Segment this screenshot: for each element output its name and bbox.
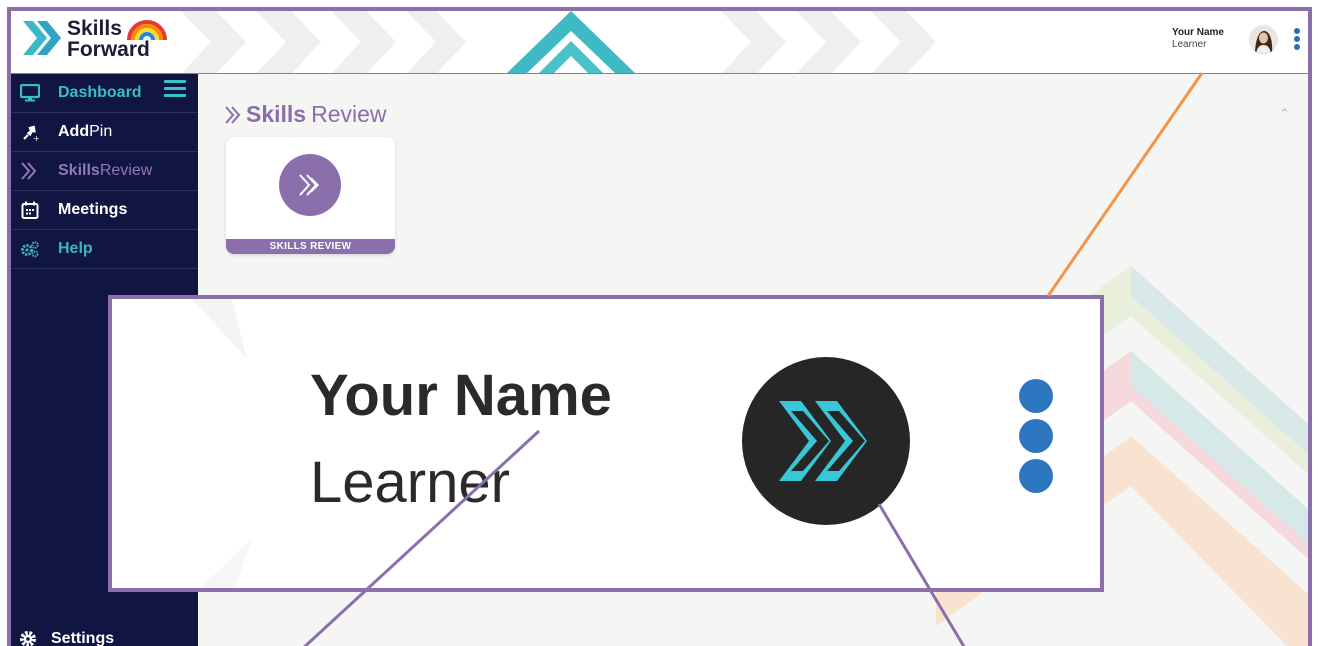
- sidebar-item-meetings[interactable]: Meetings: [11, 191, 198, 230]
- zoom-user-name: Your Name: [310, 363, 612, 428]
- calendar-icon: [19, 200, 41, 220]
- page-title-bold: Skills: [246, 101, 307, 127]
- zoom-avatar-chevrons-icon: [742, 357, 910, 525]
- user-name: Your Name: [1171, 27, 1224, 38]
- skills-forward-logo[interactable]: Skills Forward: [21, 17, 168, 61]
- gear-icon: [19, 630, 37, 646]
- rainbow-icon: [126, 19, 167, 40]
- card-chevrons-icon: [279, 154, 341, 216]
- page-title-rest: Review: [311, 101, 387, 127]
- sidebar-item-dashboard[interactable]: Dashboard: [11, 74, 198, 113]
- user-role: Learner: [1171, 39, 1207, 50]
- user-photo-icon: [1249, 25, 1278, 54]
- chevrons-icon: [19, 161, 41, 181]
- header-chevron-pattern: [181, 11, 936, 73]
- sidebar-item-addpin[interactable]: + Add Pin: [11, 113, 198, 152]
- sidebar-item-label: Dashboard: [58, 84, 142, 101]
- svg-text:+: +: [33, 134, 40, 141]
- zoom-user-role: Learner: [310, 450, 510, 515]
- monitor-icon: [19, 83, 41, 103]
- logo-text-skills: Skills: [67, 17, 122, 40]
- chevron-up-icon[interactable]: ⌃: [1279, 106, 1290, 122]
- sidebar-item-settings[interactable]: Settings: [19, 624, 114, 646]
- pin-icon: +: [19, 122, 41, 142]
- gears-icon: [19, 239, 41, 259]
- page-title: Skills Review: [224, 101, 387, 128]
- sidebar-item-skills-review[interactable]: Skills Review: [11, 152, 198, 191]
- avatar[interactable]: [1249, 25, 1278, 54]
- skills-review-card[interactable]: SKILLS REVIEW: [226, 137, 395, 254]
- sidebar-item-label: Meetings: [58, 201, 128, 218]
- sidebar-item-help[interactable]: Help: [11, 230, 198, 269]
- app-frame: Skills Forward Your Name Learner Dashboa…: [7, 7, 1312, 646]
- kebab-vertical-icon[interactable]: [1294, 28, 1302, 52]
- logo-text-forward: Forward: [67, 37, 150, 61]
- sidebar-item-label-bold: Add: [58, 123, 90, 140]
- zoom-background-decoration: [152, 299, 252, 588]
- sidebar-item-label-rest: Pin: [89, 123, 113, 140]
- settings-label: Settings: [51, 630, 115, 646]
- top-header: Skills Forward Your Name Learner: [11, 11, 1308, 74]
- sidebar-item-label-rest: Review: [99, 162, 153, 179]
- card-label: SKILLS REVIEW: [226, 239, 395, 254]
- hamburger-menu-icon[interactable]: [164, 80, 186, 101]
- user-info[interactable]: Your Name Learner: [1172, 27, 1224, 50]
- sidebar-item-label-bold: Skills: [58, 162, 100, 179]
- zoom-callout: Your Name Learner: [108, 295, 1104, 592]
- chevrons-icon: [225, 105, 241, 124]
- logo-chevrons-icon: [23, 21, 61, 55]
- zoom-kebab-vertical-icon: [1019, 379, 1053, 499]
- sidebar-item-label: Help: [58, 240, 93, 257]
